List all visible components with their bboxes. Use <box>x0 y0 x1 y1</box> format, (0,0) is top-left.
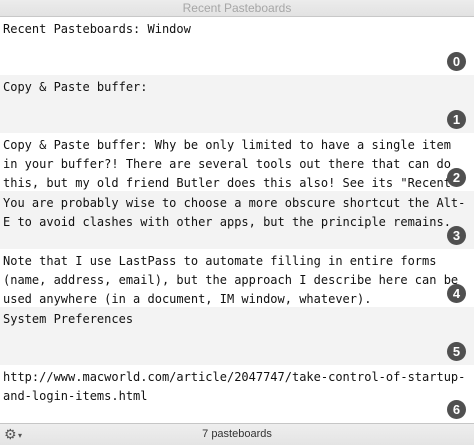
pasteboard-item-3[interactable]: You are probably wise to choose a more o… <box>0 191 474 249</box>
recent-pasteboards-window: Recent Pasteboards Recent Pasteboards: W… <box>0 0 474 445</box>
title-bar[interactable]: Recent Pasteboards <box>0 0 474 17</box>
index-badge: 4 <box>447 284 466 303</box>
index-badge: 0 <box>447 52 466 71</box>
pasteboard-item-0[interactable]: Recent Pasteboards: Window 0 <box>0 17 474 75</box>
pasteboard-text: Note that I use LastPass to automate fil… <box>3 254 466 306</box>
pasteboard-text: Copy & Paste buffer: Why be only limited… <box>3 138 459 190</box>
status-bar: ⚙ ▾ 7 pasteboards <box>0 423 474 445</box>
pasteboard-item-2[interactable]: Copy & Paste buffer: Why be only limited… <box>0 133 474 191</box>
pasteboard-text: Copy & Paste buffer: <box>3 80 148 94</box>
index-badge: 3 <box>447 226 466 245</box>
pasteboard-item-4[interactable]: Note that I use LastPass to automate fil… <box>0 249 474 307</box>
index-badge: 6 <box>447 400 466 419</box>
pasteboard-item-1[interactable]: Copy & Paste buffer: 1 <box>0 75 474 133</box>
index-badge: 5 <box>447 342 466 361</box>
pasteboard-text: http://www.macworld.com/article/2047747/… <box>3 370 466 403</box>
pasteboard-item-6[interactable]: http://www.macworld.com/article/2047747/… <box>0 365 474 423</box>
window-title: Recent Pasteboards <box>182 1 292 15</box>
pasteboard-text: System Preferences <box>3 312 134 326</box>
pasteboard-item-5[interactable]: System Preferences 5 <box>0 307 474 365</box>
pasteboard-text: Recent Pasteboards: Window <box>3 22 191 36</box>
pasteboard-text: You are probably wise to choose a more o… <box>3 196 466 229</box>
index-badge: 2 <box>447 168 466 187</box>
pasteboard-list[interactable]: Recent Pasteboards: Window 0 Copy & Past… <box>0 17 474 423</box>
pasteboard-count: 7 pasteboards <box>202 428 272 440</box>
index-badge: 1 <box>447 110 466 129</box>
